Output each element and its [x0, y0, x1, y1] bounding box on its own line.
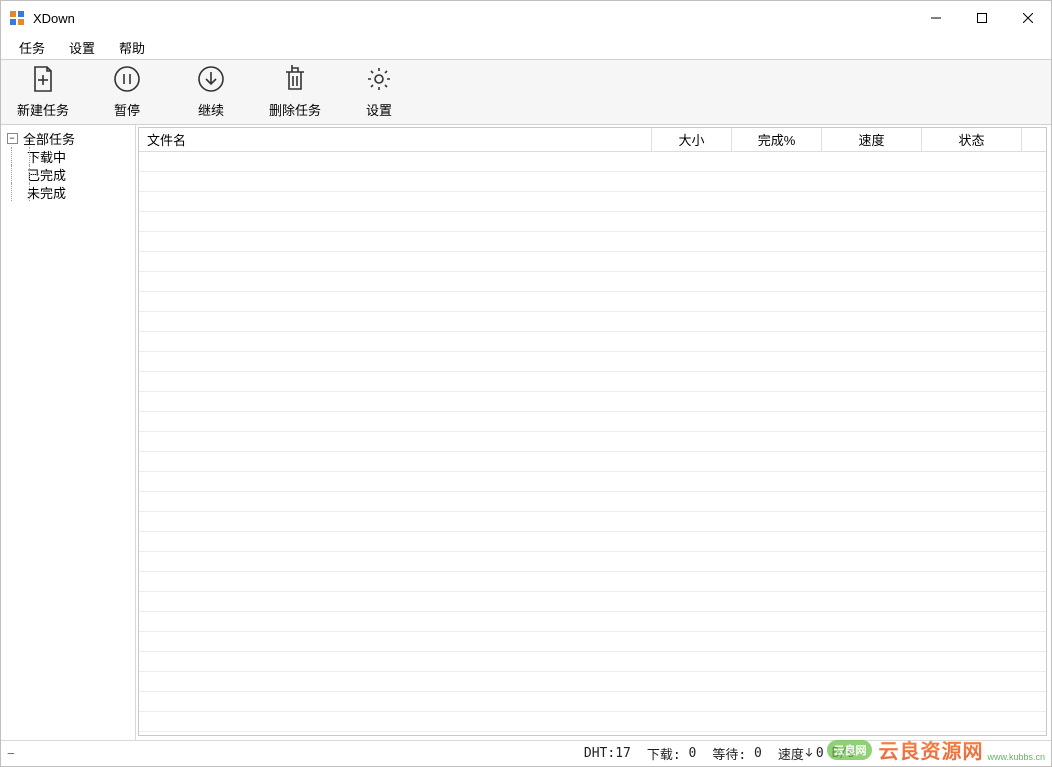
- down-arrow-icon: [804, 746, 816, 761]
- close-button[interactable]: [1005, 1, 1051, 35]
- tree-item-downloading[interactable]: 下载中: [3, 147, 133, 165]
- tree-label: 全部任务: [21, 129, 75, 148]
- menu-help[interactable]: 帮助: [107, 36, 157, 59]
- new-task-button[interactable]: 新建任务: [15, 65, 71, 119]
- status-label: 下载:: [647, 744, 681, 763]
- toolbar-label: 新建任务: [17, 100, 69, 119]
- tree-item-all-tasks[interactable]: − 全部任务: [3, 129, 133, 147]
- status-label: DHT:: [584, 746, 615, 761]
- toolbar-label: 设置: [366, 100, 392, 119]
- resume-button[interactable]: 继续: [183, 65, 239, 119]
- column-filename[interactable]: 文件名: [139, 128, 652, 151]
- watermark-badge: 云良网: [827, 740, 872, 760]
- watermark: 云良网 云良资源网 www.kubbs.cn: [827, 735, 1045, 764]
- sidebar: − 全部任务 下载中 已完成 未完成: [1, 125, 136, 740]
- toolbar-label: 删除任务: [269, 100, 321, 119]
- task-table: 文件名 大小 完成% 速度 状态: [138, 127, 1047, 736]
- toolbar-label: 暂停: [114, 100, 140, 119]
- column-tail: [1022, 128, 1046, 151]
- status-value: 0: [754, 746, 762, 761]
- watermark-text: 云良资源网: [878, 735, 983, 764]
- status-value: 0: [689, 746, 697, 761]
- status-bar: − DHT: 17 下载: 0 等待: 0 速度 0 B/s 云良网 云良资源网…: [1, 740, 1051, 766]
- collapse-icon[interactable]: −: [7, 133, 18, 144]
- column-size[interactable]: 大小: [652, 128, 732, 151]
- menu-task[interactable]: 任务: [7, 36, 57, 59]
- pause-button[interactable]: 暂停: [99, 65, 155, 119]
- tree-item-completed[interactable]: 已完成: [3, 165, 133, 183]
- watermark-url: www.kubbs.cn: [987, 752, 1045, 762]
- status-label: 等待:: [712, 744, 746, 763]
- toolbar: 新建任务 暂停 继续 删除任务 设置: [1, 59, 1051, 125]
- status-indicator: −: [7, 746, 21, 761]
- status-wait: 等待: 0: [712, 744, 761, 763]
- app-window: XDown 任务 设置 帮助 新建任务 暂停: [0, 0, 1052, 767]
- column-status[interactable]: 状态: [922, 128, 1022, 151]
- new-file-plus-icon: [29, 65, 57, 96]
- settings-button[interactable]: 设置: [351, 65, 407, 119]
- menu-settings[interactable]: 设置: [57, 36, 107, 59]
- trash-icon: [281, 65, 309, 96]
- table-header: 文件名 大小 完成% 速度 状态: [139, 128, 1046, 152]
- table-body-empty[interactable]: [139, 152, 1046, 735]
- gear-icon: [365, 65, 393, 96]
- status-label: 速度: [778, 744, 804, 763]
- app-icon: [9, 10, 25, 26]
- main-area: − 全部任务 下载中 已完成 未完成 文件名: [1, 125, 1051, 740]
- minimize-button[interactable]: [913, 1, 959, 35]
- title-bar: XDown: [1, 1, 1051, 35]
- maximize-button[interactable]: [959, 1, 1005, 35]
- delete-task-button[interactable]: 删除任务: [267, 65, 323, 119]
- status-value: 17: [615, 746, 631, 761]
- window-title: XDown: [33, 11, 75, 26]
- column-done-percent[interactable]: 完成%: [732, 128, 822, 151]
- status-download: 下载: 0: [647, 744, 696, 763]
- menu-bar: 任务 设置 帮助: [1, 35, 1051, 59]
- column-speed[interactable]: 速度: [822, 128, 922, 151]
- task-tree: − 全部任务 下载中 已完成 未完成: [3, 129, 133, 201]
- tree-item-incomplete[interactable]: 未完成: [3, 183, 133, 201]
- toolbar-label: 继续: [198, 100, 224, 119]
- pause-circle-icon: [113, 65, 141, 96]
- status-dht: DHT: 17: [584, 746, 631, 761]
- download-circle-icon: [197, 65, 225, 96]
